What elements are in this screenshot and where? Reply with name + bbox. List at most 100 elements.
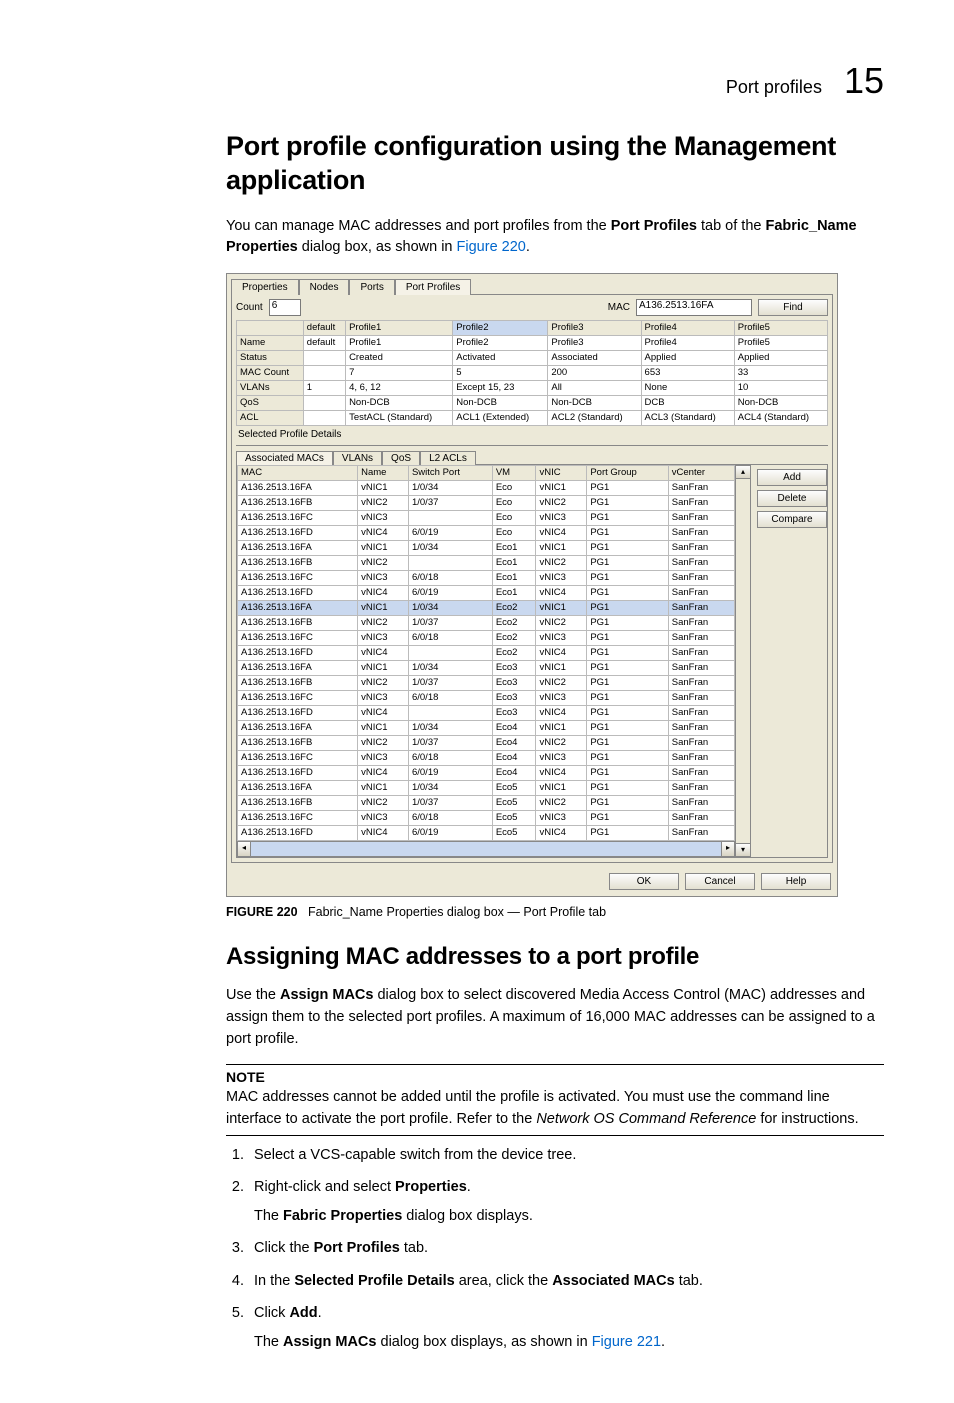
summary-cell[interactable]: Non-DCB — [734, 396, 827, 411]
table-row[interactable]: A136.2513.16FBvNIC21/0/37EcovNIC2PG1SanF… — [238, 496, 735, 511]
summary-cell[interactable]: DCB — [641, 396, 734, 411]
cancel-button[interactable]: Cancel — [685, 873, 755, 890]
table-row[interactable]: A136.2513.16FAvNIC11/0/34Eco2vNIC1PG1San… — [238, 601, 735, 616]
detail-col-header[interactable]: Name — [358, 466, 409, 481]
table-row[interactable]: A136.2513.16FBvNIC21/0/37Eco3vNIC2PG1San… — [238, 676, 735, 691]
summary-cell[interactable]: 1 — [303, 381, 345, 396]
table-row[interactable]: A136.2513.16FDvNIC46/0/19EcovNIC4PG1SanF… — [238, 526, 735, 541]
summary-cell[interactable]: All — [548, 381, 641, 396]
summary-cell[interactable] — [303, 411, 345, 426]
table-row[interactable]: A136.2513.16FAvNIC11/0/34Eco3vNIC1PG1San… — [238, 661, 735, 676]
summary-col-header[interactable] — [237, 321, 304, 336]
summary-cell[interactable]: ACL1 (Extended) — [453, 411, 548, 426]
summary-col-header[interactable]: Profile2 — [453, 321, 548, 336]
summary-cell[interactable]: 4, 6, 12 — [346, 381, 453, 396]
table-row[interactable]: A136.2513.16FCvNIC36/0/18Eco3vNIC3PG1San… — [238, 691, 735, 706]
find-button[interactable]: Find — [758, 299, 828, 316]
summary-cell[interactable]: Non-DCB — [346, 396, 453, 411]
summary-col-header[interactable]: Profile5 — [734, 321, 827, 336]
detail-col-header[interactable]: Switch Port — [408, 466, 492, 481]
table-row[interactable]: A136.2513.16FAvNIC11/0/34Eco5vNIC1PG1San… — [238, 781, 735, 796]
subtab-l2-acls[interactable]: L2 ACLs — [420, 451, 476, 465]
summary-cell[interactable]: 653 — [641, 366, 734, 381]
summary-cell[interactable]: 7 — [346, 366, 453, 381]
table-row[interactable]: A136.2513.16FCvNIC36/0/18Eco5vNIC3PG1San… — [238, 811, 735, 826]
summary-col-header[interactable]: Profile3 — [548, 321, 641, 336]
subtab-vlans[interactable]: VLANs — [333, 451, 382, 465]
summary-cell[interactable]: Applied — [734, 351, 827, 366]
table-row[interactable]: A136.2513.16FDvNIC46/0/19Eco5vNIC4PG1San… — [238, 826, 735, 841]
tab-nodes[interactable]: Nodes — [299, 279, 350, 295]
summary-cell[interactable]: Profile4 — [641, 336, 734, 351]
table-row[interactable]: A136.2513.16FDvNIC46/0/19Eco1vNIC4PG1San… — [238, 586, 735, 601]
detail-col-header[interactable]: MAC — [238, 466, 358, 481]
scroll-left-icon[interactable]: ◂ — [238, 842, 251, 856]
table-row[interactable]: A136.2513.16FDvNIC4Eco2vNIC4PG1SanFran — [238, 646, 735, 661]
profiles-summary-table[interactable]: defaultProfile1Profile2Profile3Profile4P… — [236, 320, 828, 426]
summary-cell[interactable]: 33 — [734, 366, 827, 381]
table-row[interactable]: A136.2513.16FCvNIC36/0/18Eco4vNIC3PG1San… — [238, 751, 735, 766]
compare-button[interactable]: Compare — [757, 511, 827, 528]
table-row[interactable]: A136.2513.16FCvNIC36/0/18Eco1vNIC3PG1San… — [238, 571, 735, 586]
summary-col-header[interactable]: Profile1 — [346, 321, 453, 336]
detail-col-header[interactable]: VM — [492, 466, 536, 481]
table-row[interactable]: A136.2513.16FAvNIC11/0/34Eco4vNIC1PG1San… — [238, 721, 735, 736]
summary-cell[interactable]: Non-DCB — [548, 396, 641, 411]
summary-cell[interactable]: Created — [346, 351, 453, 366]
table-row[interactable]: A136.2513.16FBvNIC2Eco1vNIC2PG1SanFran — [238, 556, 735, 571]
summary-cell[interactable]: Profile2 — [453, 336, 548, 351]
add-button[interactable]: Add — [757, 469, 827, 486]
table-row[interactable]: A136.2513.16FDvNIC46/0/19Eco4vNIC4PG1San… — [238, 766, 735, 781]
summary-cell[interactable]: ACL3 (Standard) — [641, 411, 734, 426]
summary-cell[interactable]: Non-DCB — [453, 396, 548, 411]
scroll-down-icon[interactable]: ▾ — [736, 843, 750, 856]
summary-cell[interactable]: 5 — [453, 366, 548, 381]
figure-link-220[interactable]: Figure 220 — [457, 239, 526, 255]
table-row[interactable]: A136.2513.16FDvNIC4Eco3vNIC4PG1SanFran — [238, 706, 735, 721]
table-row[interactable]: A136.2513.16FBvNIC21/0/37Eco4vNIC2PG1San… — [238, 736, 735, 751]
vertical-scrollbar[interactable]: ▴ ▾ — [735, 465, 751, 857]
summary-cell[interactable]: Profile5 — [734, 336, 827, 351]
figure-link[interactable]: Figure 221 — [592, 1334, 661, 1350]
scroll-right-icon[interactable]: ▸ — [721, 842, 734, 856]
summary-cell[interactable]: Applied — [641, 351, 734, 366]
subtab-qos[interactable]: QoS — [382, 451, 420, 465]
table-row[interactable]: A136.2513.16FCvNIC3EcovNIC3PG1SanFran — [238, 511, 735, 526]
summary-cell[interactable]: 200 — [548, 366, 641, 381]
summary-cell[interactable]: ACL2 (Standard) — [548, 411, 641, 426]
tab-port-profiles[interactable]: Port Profiles — [395, 279, 471, 295]
mac-field[interactable]: A136.2513.16FA — [636, 299, 752, 316]
summary-col-header[interactable]: Profile4 — [641, 321, 734, 336]
tab-properties[interactable]: Properties — [231, 279, 299, 295]
table-row[interactable]: A136.2513.16FAvNIC11/0/34Eco1vNIC1PG1San… — [238, 541, 735, 556]
summary-cell[interactable]: Associated — [548, 351, 641, 366]
horizontal-scrollbar[interactable]: ◂ ▸ — [237, 841, 735, 857]
table-row[interactable]: A136.2513.16FAvNIC11/0/34EcovNIC1PG1SanF… — [238, 481, 735, 496]
summary-cell[interactable]: Except 15, 23 — [453, 381, 548, 396]
summary-cell[interactable]: Profile3 — [548, 336, 641, 351]
table-row[interactable]: A136.2513.16FBvNIC21/0/37Eco5vNIC2PG1San… — [238, 796, 735, 811]
summary-cell[interactable]: ACL4 (Standard) — [734, 411, 827, 426]
delete-button[interactable]: Delete — [757, 490, 827, 507]
table-row[interactable]: A136.2513.16FCvNIC36/0/18Eco2vNIC3PG1San… — [238, 631, 735, 646]
detail-col-header[interactable]: Port Group — [587, 466, 668, 481]
help-button[interactable]: Help — [761, 873, 831, 890]
associated-macs-table[interactable]: MACNameSwitch PortVMvNICPort GroupvCente… — [237, 465, 735, 841]
count-field[interactable]: 6 — [269, 299, 301, 316]
summary-cell[interactable]: None — [641, 381, 734, 396]
summary-cell[interactable] — [303, 396, 345, 411]
subtab-associated-macs[interactable]: Associated MACs — [236, 451, 333, 465]
summary-col-header[interactable]: default — [303, 321, 345, 336]
detail-col-header[interactable]: vCenter — [668, 466, 734, 481]
summary-cell[interactable]: TestACL (Standard) — [346, 411, 453, 426]
tab-ports[interactable]: Ports — [349, 279, 394, 295]
ok-button[interactable]: OK — [609, 873, 679, 890]
scroll-up-icon[interactable]: ▴ — [736, 466, 750, 479]
detail-col-header[interactable]: vNIC — [536, 466, 587, 481]
summary-cell[interactable] — [303, 366, 345, 381]
summary-cell[interactable]: Activated — [453, 351, 548, 366]
summary-cell[interactable]: default — [303, 336, 345, 351]
summary-cell[interactable]: 10 — [734, 381, 827, 396]
summary-cell[interactable]: Profile1 — [346, 336, 453, 351]
table-row[interactable]: A136.2513.16FBvNIC21/0/37Eco2vNIC2PG1San… — [238, 616, 735, 631]
